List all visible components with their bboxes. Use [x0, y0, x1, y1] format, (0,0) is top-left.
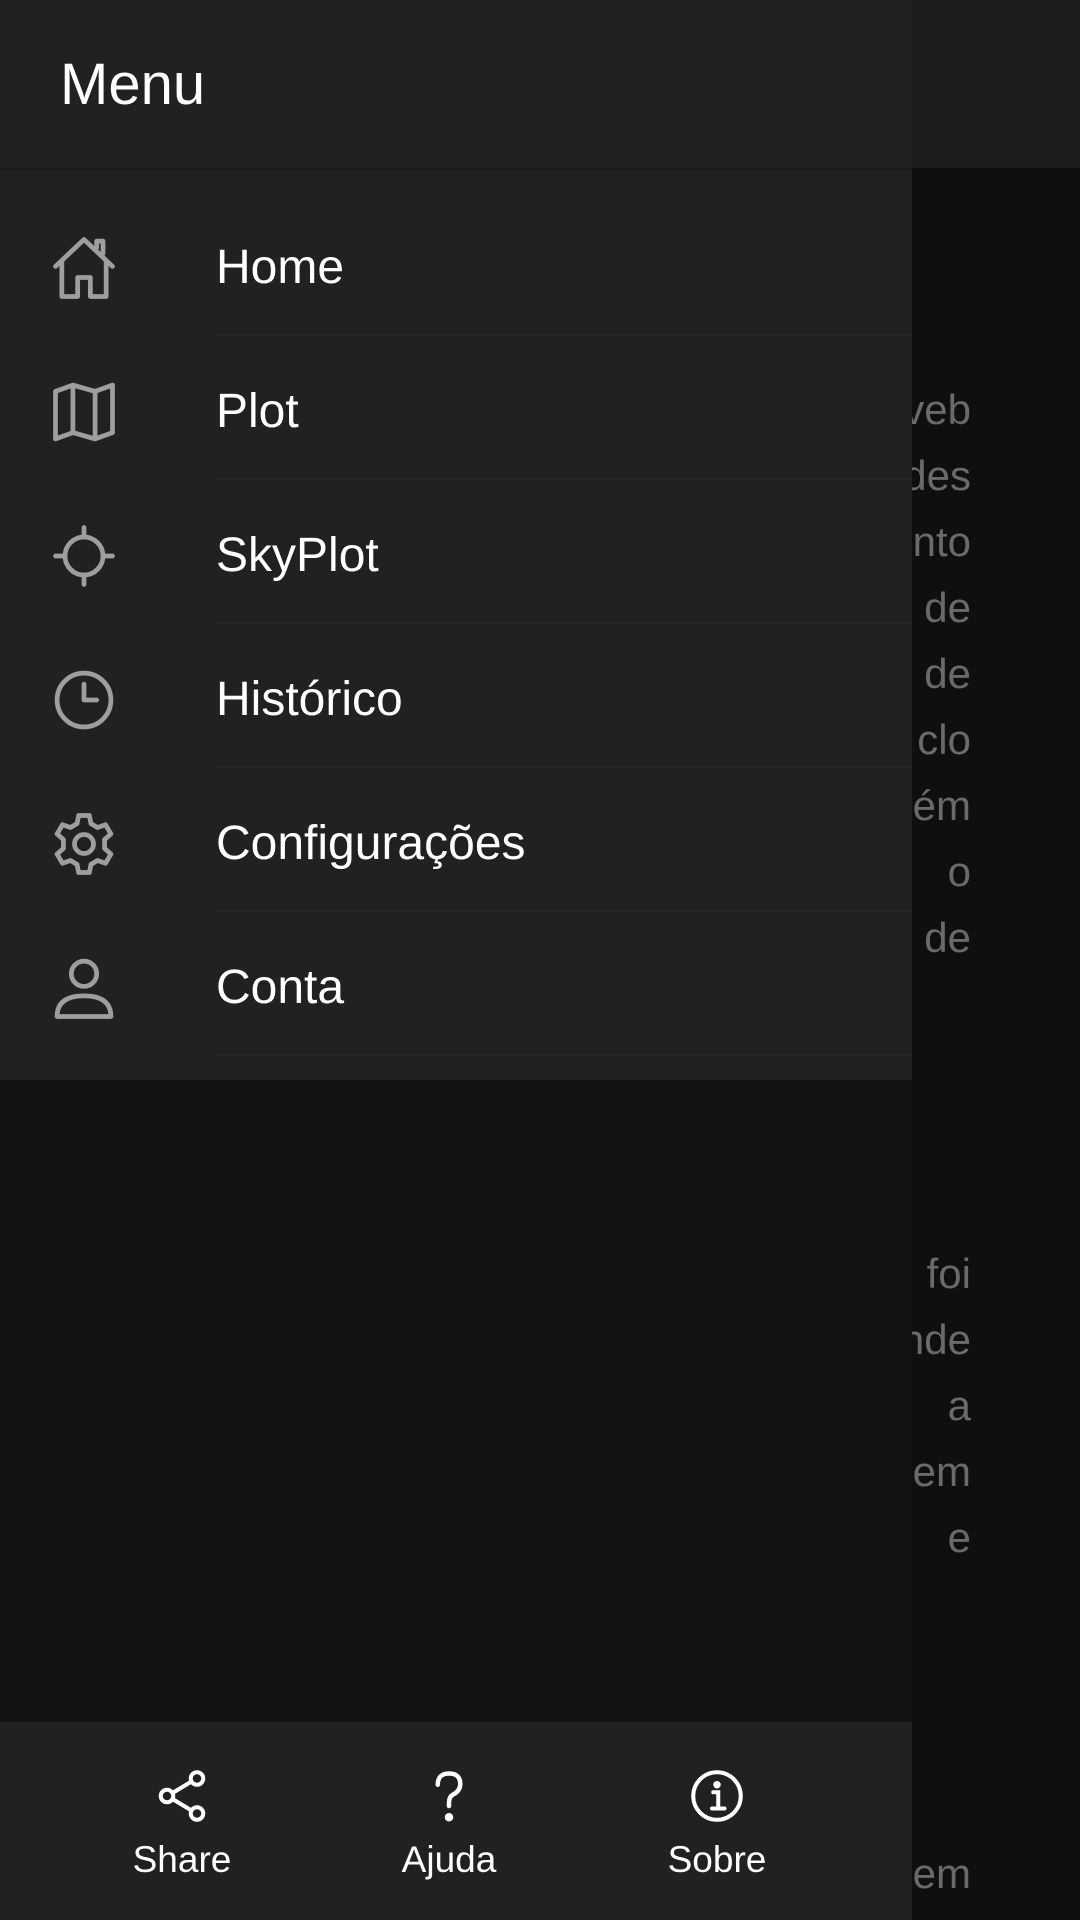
menu-item-label: Plot	[216, 385, 299, 438]
menu-item-configuracoes[interactable]: Configurações	[0, 768, 912, 912]
drawer-header: Menu	[0, 0, 912, 168]
share-icon	[158, 1770, 206, 1822]
background-text-line: des	[903, 452, 971, 499]
user-icon	[46, 950, 122, 1026]
navigation-drawer: Menu Home Plot SkyPlot Histórico Configu…	[0, 0, 912, 1920]
map-icon	[46, 374, 122, 450]
about-button[interactable]: Sobre	[617, 1766, 817, 1896]
info-icon	[691, 1770, 743, 1822]
home-icon	[46, 230, 122, 306]
menu-item-skyplot[interactable]: SkyPlot	[0, 480, 912, 624]
share-button[interactable]: Share	[82, 1766, 282, 1896]
menu-item-home[interactable]: Home	[0, 192, 912, 336]
menu-item-conta[interactable]: Conta	[0, 912, 912, 1056]
menu-item-label: Histórico	[216, 673, 403, 726]
menu-item-plot[interactable]: Plot	[0, 336, 912, 480]
background-text-line: foi	[926, 1250, 971, 1297]
bottom-action-bar: Share Ajuda Sobre	[0, 1722, 912, 1920]
background-text-line: o	[947, 848, 971, 895]
menu-item-label: Conta	[216, 961, 345, 1014]
background-text-line: clo	[917, 716, 971, 763]
background-text-line: de	[924, 914, 971, 961]
divider	[216, 1054, 912, 1056]
background-text-line: e	[947, 1514, 971, 1561]
menu-item-historico[interactable]: Histórico	[0, 624, 912, 768]
menu-item-label: Configurações	[216, 817, 526, 870]
menu-list: Home Plot SkyPlot Histórico Configuraçõe…	[0, 168, 912, 1080]
help-button[interactable]: Ajuda	[349, 1766, 549, 1896]
menu-item-label: Home	[216, 241, 345, 294]
crosshair-icon	[46, 518, 122, 594]
menu-item-label: SkyPlot	[216, 529, 379, 582]
background-text-line: em	[912, 1850, 971, 1897]
clock-icon	[46, 662, 122, 738]
background-text-line: de	[924, 650, 971, 697]
background-text-line: a	[947, 1382, 971, 1429]
gear-icon	[46, 806, 122, 882]
background-text-line: veb	[903, 386, 971, 433]
question-mark-icon	[435, 1771, 463, 1822]
background-text-line: nto	[912, 518, 971, 565]
help-label: Ajuda	[401, 1839, 497, 1880]
share-label: Share	[132, 1839, 232, 1880]
drawer-title: Menu	[60, 52, 206, 117]
background-text-line: ém	[912, 782, 971, 829]
about-label: Sobre	[667, 1839, 767, 1880]
background-text-line: de	[924, 584, 971, 631]
background-text-line: em	[912, 1448, 971, 1495]
